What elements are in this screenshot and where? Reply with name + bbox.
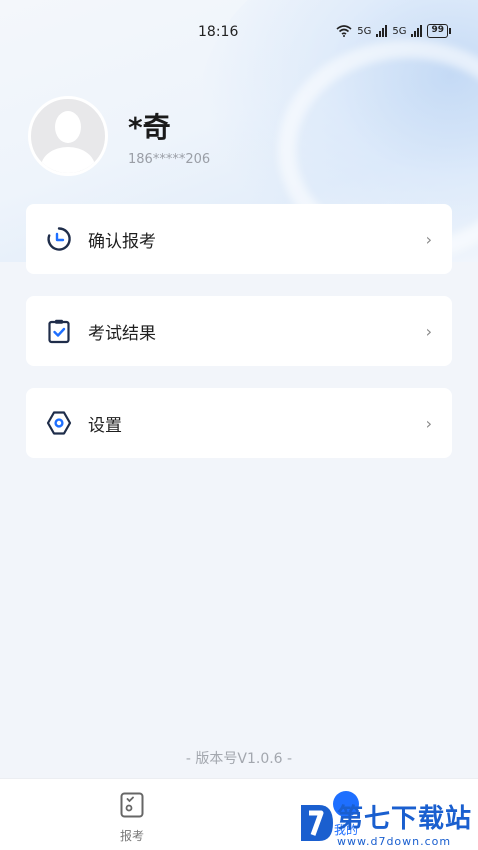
status-icons: 5G 5G 99 bbox=[336, 24, 451, 38]
watermark-text: 第七下载站 www.d7down.com bbox=[337, 798, 472, 848]
menu-label: 设置 bbox=[88, 415, 122, 436]
chevron-right-icon: › bbox=[425, 321, 432, 341]
watermark: 第七下载站 www.d7down.com bbox=[297, 798, 472, 848]
chevron-right-icon: › bbox=[425, 229, 432, 249]
user-profile[interactable]: *奇 186*****206 bbox=[28, 96, 210, 176]
menu-item-settings[interactable]: 设置 › bbox=[26, 388, 452, 458]
avatar[interactable] bbox=[28, 96, 108, 176]
clock-icon bbox=[46, 226, 72, 252]
user-phone: 186*****206 bbox=[128, 151, 211, 167]
signal-icon-1 bbox=[376, 25, 388, 37]
wifi-icon bbox=[336, 25, 352, 37]
watermark-logo-icon bbox=[300, 805, 333, 841]
avatar-shoulder-shape bbox=[41, 147, 95, 173]
network-label-1: 5G bbox=[357, 25, 372, 37]
tab-registration[interactable]: 报考 bbox=[102, 791, 162, 844]
menu-item-exam-results[interactable]: 考试结果 › bbox=[26, 296, 452, 366]
watermark-main-text: 第七下载站 bbox=[336, 804, 472, 834]
menu-item-confirm-registration[interactable]: 确认报考 › bbox=[26, 204, 452, 274]
chevron-right-icon: › bbox=[425, 413, 432, 433]
exam-icon bbox=[120, 792, 144, 818]
menu-label: 确认报考 bbox=[88, 231, 156, 252]
status-time: 18:16 bbox=[198, 24, 239, 40]
clipboard-check-icon bbox=[46, 318, 72, 344]
signal-icon-2 bbox=[411, 25, 423, 37]
menu-label: 考试结果 bbox=[88, 323, 156, 344]
network-label-2: 5G bbox=[392, 25, 407, 37]
tab-label: 报考 bbox=[119, 829, 144, 843]
watermark-url-text: www.d7down.com bbox=[336, 835, 452, 848]
avatar-head-shape bbox=[55, 111, 81, 143]
status-bar: 18:16 5G 5G 99 bbox=[0, 0, 478, 64]
profile-text: *奇 186*****206 bbox=[128, 106, 210, 167]
hexagon-settings-icon bbox=[46, 410, 72, 436]
user-name: *奇 bbox=[128, 110, 171, 144]
version-label: - 版本号V1.0.6 - bbox=[185, 751, 293, 767]
battery-icon: 99 bbox=[427, 24, 451, 38]
